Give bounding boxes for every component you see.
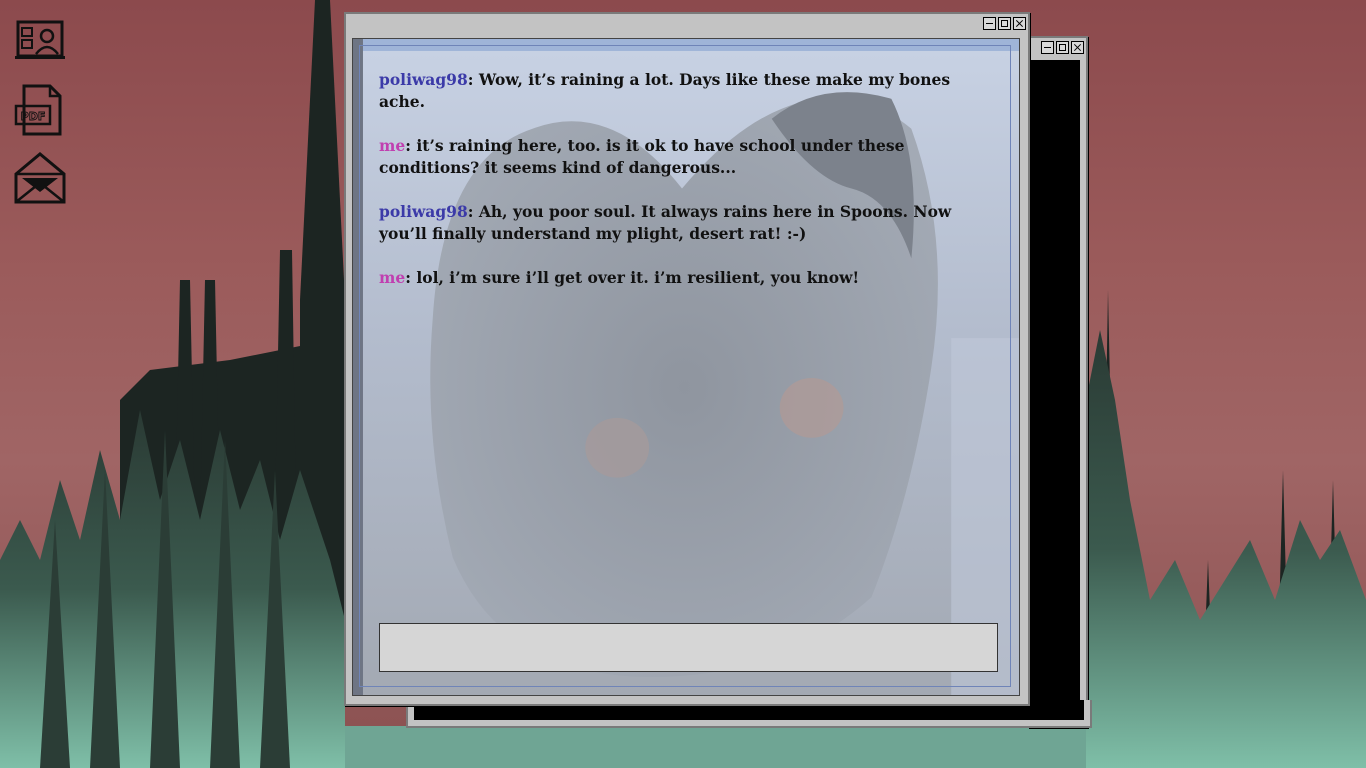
pdf-file-icon[interactable]: PDF bbox=[12, 82, 68, 138]
chat-message: poliwag98: Ah, you poor soul. It always … bbox=[379, 201, 989, 245]
close-icon bbox=[1072, 42, 1083, 53]
close-icon bbox=[1014, 18, 1025, 29]
message-sender[interactable]: poliwag98 bbox=[379, 202, 468, 221]
back-window-titlebar[interactable] bbox=[1028, 38, 1086, 60]
minimize-icon bbox=[1042, 42, 1053, 53]
close-button[interactable] bbox=[1071, 41, 1084, 54]
message-sender[interactable]: poliwag98 bbox=[379, 70, 468, 89]
chat-window-titlebar[interactable] bbox=[346, 14, 1028, 36]
message-input[interactable] bbox=[379, 623, 998, 672]
chat-window-controls bbox=[983, 17, 1026, 30]
minimize-icon bbox=[984, 18, 995, 29]
maximize-button[interactable] bbox=[1056, 41, 1069, 54]
message-sender[interactable]: me bbox=[379, 136, 405, 155]
message-text: it’s raining here, too. is it ok to have… bbox=[379, 136, 905, 177]
envelope-icon[interactable] bbox=[12, 150, 68, 206]
back-window[interactable] bbox=[1028, 36, 1088, 728]
pdf-label: PDF bbox=[21, 110, 46, 123]
chat-message: me: lol, i’m sure i’ll get over it. i’m … bbox=[379, 267, 989, 289]
chat-message: me: it’s raining here, too. is it ok to … bbox=[379, 135, 989, 179]
chat-window[interactable]: poliwag98: Wow, it’s raining a lot. Days… bbox=[344, 12, 1030, 706]
message-text: lol, i’m sure i’ll get over it. i’m resi… bbox=[411, 268, 860, 287]
maximize-icon bbox=[999, 18, 1010, 29]
chat-pane: poliwag98: Wow, it’s raining a lot. Days… bbox=[352, 38, 1020, 696]
message-sender[interactable]: me bbox=[379, 268, 405, 287]
maximize-icon bbox=[1057, 42, 1068, 53]
back-window-controls bbox=[1041, 41, 1084, 54]
close-button[interactable] bbox=[1013, 17, 1026, 30]
maximize-button[interactable] bbox=[998, 17, 1011, 30]
message-log: poliwag98: Wow, it’s raining a lot. Days… bbox=[379, 69, 989, 311]
minimize-button[interactable] bbox=[1041, 41, 1054, 54]
contact-card-icon[interactable] bbox=[12, 16, 68, 72]
chat-message: poliwag98: Wow, it’s raining a lot. Days… bbox=[379, 69, 989, 113]
minimize-button[interactable] bbox=[983, 17, 996, 30]
back-window-content bbox=[1028, 60, 1080, 720]
